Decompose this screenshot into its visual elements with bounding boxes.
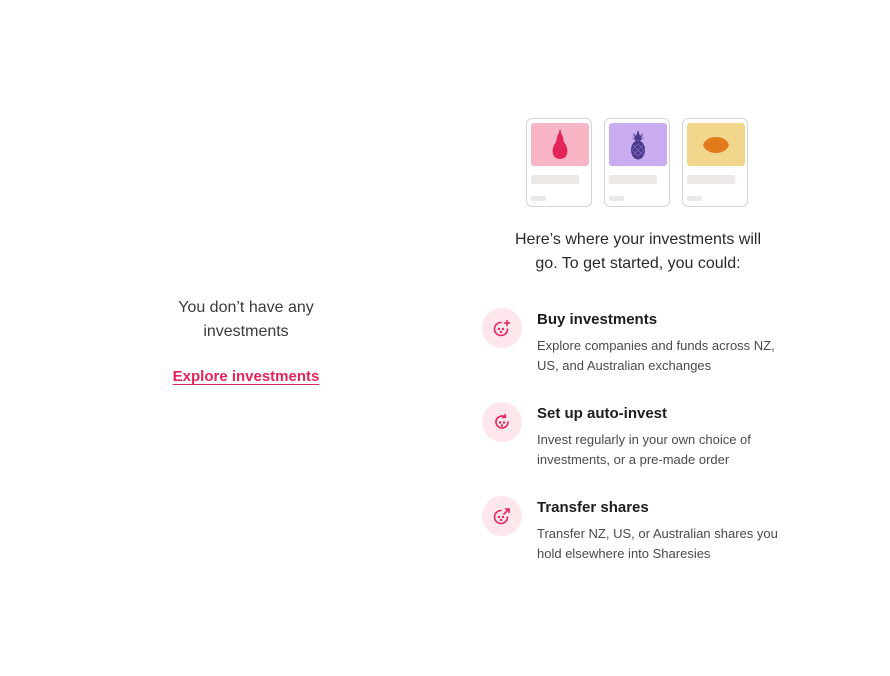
card-placeholder-line [687, 175, 735, 184]
transfer-icon [482, 496, 522, 536]
option-description: Invest regularly in your own choice of i… [537, 432, 751, 467]
pear-icon [552, 129, 568, 159]
intro-text: Here’s where your investments will go. T… [514, 231, 761, 272]
option-buy-investments[interactable]: Buy investments Explore companies and fu… [480, 308, 800, 402]
lemon-icon [703, 136, 729, 153]
explore-investments-link[interactable]: Explore investments [173, 368, 320, 385]
auto-invest-icon [482, 402, 522, 442]
pineapple-icon [631, 129, 645, 159]
card-placeholder-line [609, 196, 624, 201]
getting-started-options: Buy investments Explore companies and fu… [480, 308, 800, 590]
option-title: Buy investments [537, 311, 658, 328]
option-description: Transfer NZ, US, or Australian shares yo… [537, 526, 778, 561]
card-placeholder-line [609, 175, 657, 184]
card-placeholder-line [687, 196, 702, 201]
option-description: Explore companies and funds across NZ, U… [537, 338, 775, 373]
empty-state: You don’t have any investments Explore i… [150, 296, 342, 386]
card-thumbnail [687, 123, 745, 166]
card-placeholder-line [531, 196, 546, 201]
card-thumbnail [531, 123, 589, 166]
card-lemon [682, 118, 748, 207]
card-pear [526, 118, 592, 207]
illustration-cards [526, 118, 752, 210]
option-title: Set up auto-invest [537, 405, 668, 422]
card-thumbnail [609, 123, 667, 166]
empty-message: You don’t have any investments [178, 299, 314, 340]
card-pineapple [604, 118, 670, 207]
card-placeholder-line [531, 175, 579, 184]
option-auto-invest[interactable]: Set up auto-invest Invest regularly in y… [480, 402, 800, 496]
option-transfer-shares[interactable]: Transfer shares Transfer NZ, US, or Aust… [480, 496, 800, 590]
option-title: Transfer shares [537, 499, 649, 516]
buy-plus-icon [482, 308, 522, 348]
